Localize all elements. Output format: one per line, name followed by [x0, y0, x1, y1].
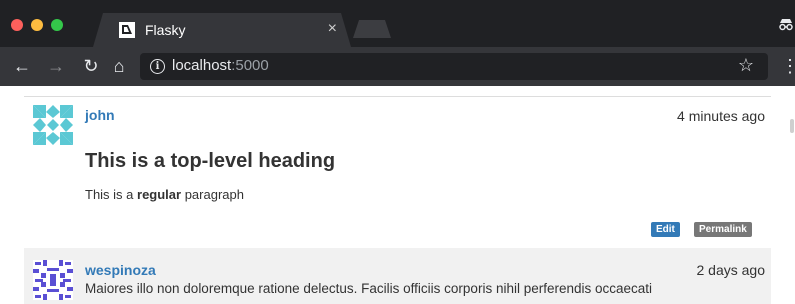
new-tab-button[interactable] [353, 20, 391, 38]
close-window-button[interactable] [11, 19, 23, 31]
avatar[interactable] [33, 260, 73, 300]
browser-toolbar: ← → ↻ ⌂ i localhost:5000 ☆ ⋮ [0, 47, 795, 86]
reload-icon[interactable]: ↻ [81, 56, 101, 76]
scrollbar-thumb[interactable] [790, 119, 794, 133]
post-heading: This is a top-level heading [85, 150, 336, 172]
post-body: Maiores illo non doloremque ratione dele… [85, 281, 653, 296]
browser-tab-active[interactable]: Flasky × [93, 13, 351, 47]
tab-close-icon[interactable]: × [328, 20, 337, 38]
post-date: 4 minutes ago [677, 108, 765, 124]
maximize-window-button[interactable] [51, 19, 63, 31]
browser-menu-icon[interactable]: ⋮ [781, 56, 795, 76]
back-arrow-icon[interactable]: ← [12, 56, 32, 76]
author-link[interactable]: john [85, 107, 115, 123]
post-paragraph: This is a regular paragraph [85, 187, 244, 202]
incognito-icon [779, 19, 793, 31]
post-item: wespinoza 2 days ago Maiores illo non do… [24, 248, 771, 304]
flask-favicon-icon [119, 22, 135, 38]
edit-button[interactable]: Edit [651, 222, 680, 237]
post-date: 2 days ago [696, 262, 766, 278]
forward-arrow-icon[interactable]: → [46, 56, 66, 76]
avatar[interactable] [33, 105, 73, 145]
info-icon[interactable]: i [150, 59, 165, 74]
home-icon[interactable]: ⌂ [109, 56, 129, 76]
address-bar[interactable]: i localhost:5000 ☆ [140, 53, 768, 80]
star-icon[interactable]: ☆ [738, 55, 754, 76]
author-link[interactable]: wespinoza [85, 262, 156, 278]
browser-title-bar: Flasky × [0, 0, 795, 47]
minimize-window-button[interactable] [31, 19, 43, 31]
permalink-button[interactable]: Permalink [694, 222, 752, 237]
url-text[interactable]: localhost:5000 [172, 57, 269, 74]
post-item: john 4 minutes ago This is a top-level h… [24, 97, 771, 249]
page-content: john 4 minutes ago This is a top-level h… [0, 86, 795, 304]
tab-title: Flasky [145, 22, 186, 38]
